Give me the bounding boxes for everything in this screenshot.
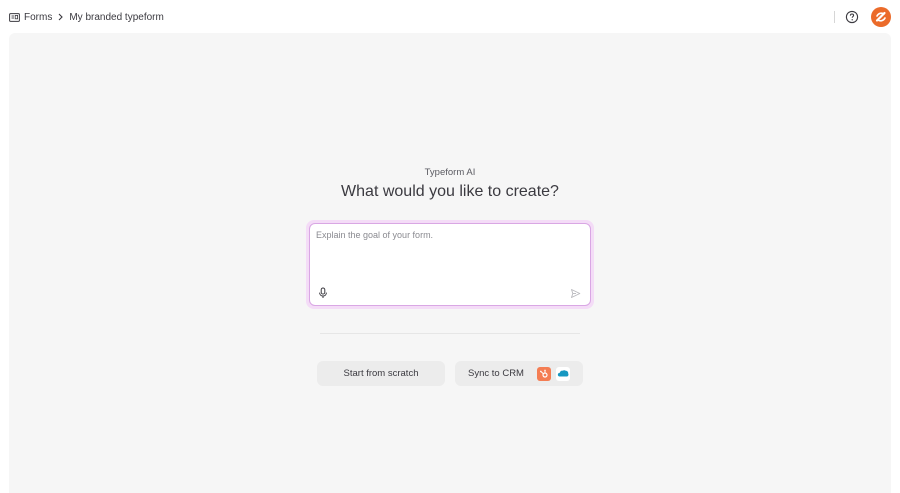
breadcrumb: Forms My branded typeform	[9, 9, 164, 25]
prompt-input[interactable]	[316, 230, 576, 274]
sync-to-crm-button[interactable]: Sync to CRM	[455, 361, 583, 386]
main-canvas: Typeform AI What would you like to creat…	[9, 33, 891, 493]
typeform-ai-label: Typeform AI	[424, 167, 476, 178]
breadcrumb-forms-label: Forms	[24, 11, 53, 23]
header-actions	[834, 6, 891, 28]
forms-icon	[9, 12, 20, 22]
chevron-right-icon	[58, 13, 64, 21]
breadcrumb-current-form[interactable]: My branded typeform	[69, 12, 164, 23]
top-bar: Forms My branded typeform	[0, 0, 900, 33]
salesforce-logo-icon	[555, 366, 570, 381]
prompt-container	[306, 220, 594, 309]
hubspot-logo-icon	[536, 366, 551, 381]
breadcrumb-forms[interactable]: Forms	[9, 12, 52, 23]
help-circle-icon[interactable]	[845, 10, 859, 24]
avatar[interactable]	[871, 7, 891, 27]
sync-to-crm-label: Sync to CRM	[468, 368, 524, 379]
microphone-icon[interactable]	[317, 287, 329, 299]
section-divider	[320, 333, 580, 334]
header-divider	[834, 11, 835, 23]
page-title: What would you like to create?	[341, 183, 559, 200]
prompt-box	[309, 223, 591, 306]
start-from-scratch-button[interactable]: Start from scratch	[317, 361, 445, 386]
send-icon[interactable]	[570, 288, 581, 299]
start-from-scratch-label: Start from scratch	[343, 368, 419, 379]
